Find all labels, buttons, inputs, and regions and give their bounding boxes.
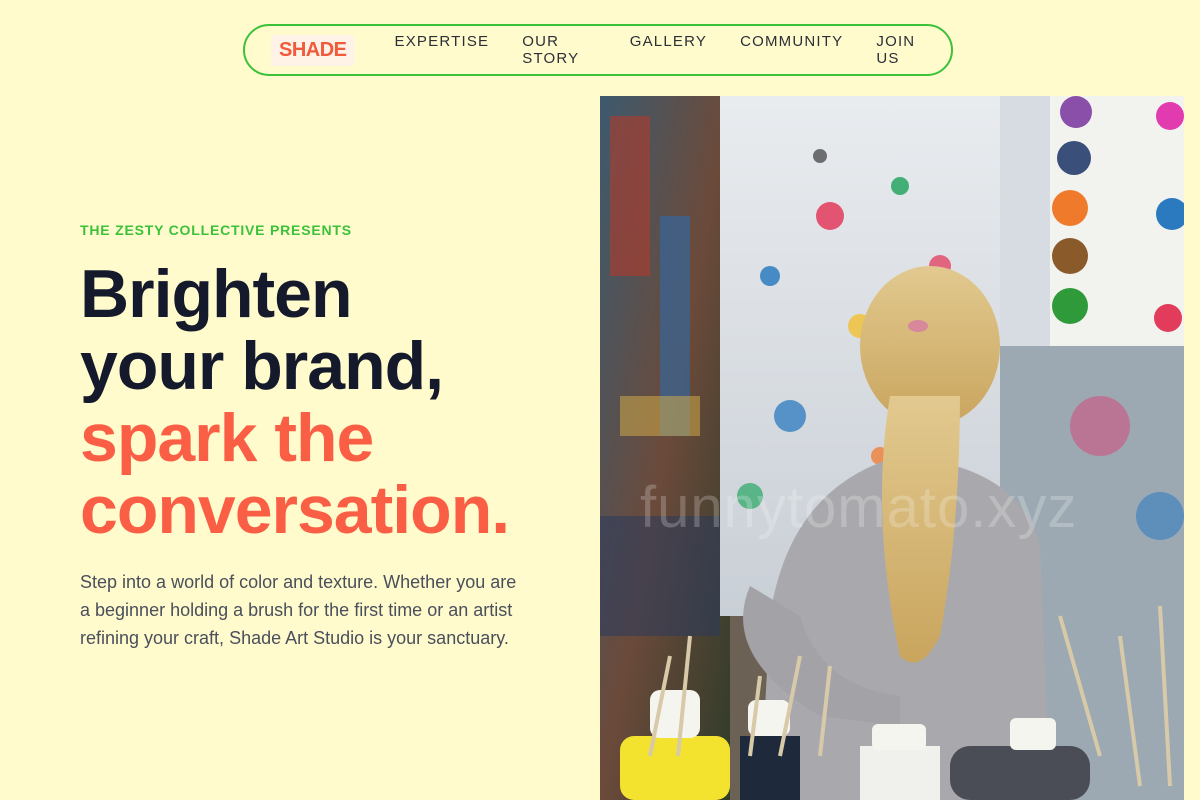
nav-link-gallery[interactable]: GALLERY — [630, 33, 707, 67]
headline-accent-line-1: spark the — [80, 400, 374, 476]
nav-link-expertise[interactable]: EXPERTISE — [395, 33, 490, 67]
image-watermark: funnytomato.xyz — [640, 475, 1078, 540]
headline-line-2: your brand, — [80, 328, 444, 404]
hero-photo-child-painting — [600, 96, 1184, 800]
nav-link-community[interactable]: COMMUNITY — [740, 33, 843, 67]
hero-eyebrow: THE ZESTY COLLECTIVE PRESENTS — [80, 222, 352, 238]
brand-logo[interactable]: SHADE — [271, 34, 355, 66]
hero-headline: Brighten your brand, spark the conversat… — [80, 256, 510, 548]
hero-description: Step into a world of color and texture. … — [80, 572, 517, 648]
nav-links: EXPERTISE OUR STORY GALLERY COMMUNITY JO… — [395, 33, 927, 67]
main-nav: SHADE EXPERTISE OUR STORY GALLERY COMMUN… — [243, 24, 953, 76]
headline-line-1: Brighten — [80, 256, 353, 332]
nav-link-join-us[interactable]: JOIN US — [876, 33, 927, 67]
headline-accent-line-2: conversation. — [80, 472, 510, 548]
nav-link-our-story[interactable]: OUR STORY — [522, 33, 596, 67]
